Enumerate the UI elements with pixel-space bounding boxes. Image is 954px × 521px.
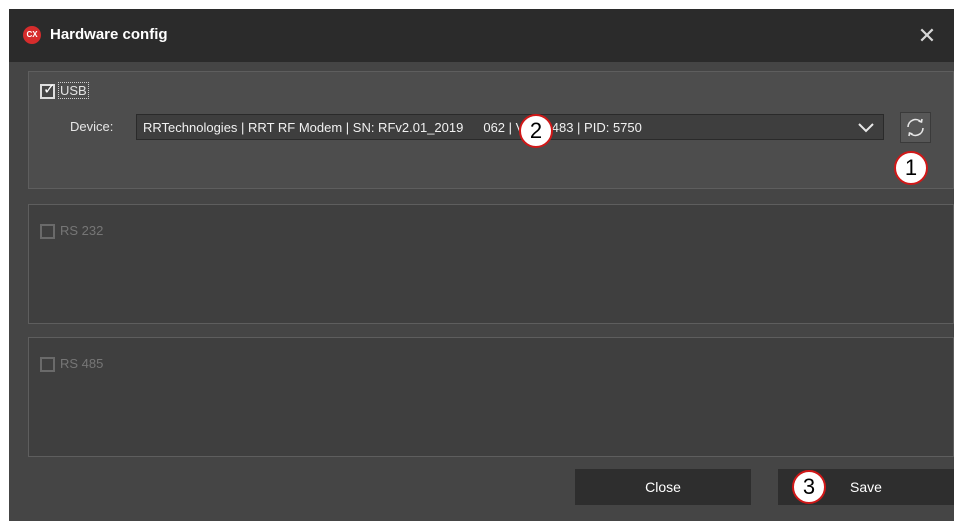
rs232-label: RS 232 [60, 223, 104, 238]
usb-label[interactable]: USB [58, 82, 89, 99]
refresh-button[interactable] [900, 112, 931, 143]
hardware-config-dialog: CX Hardware config ✕ ✓ USB Device: RRTec… [9, 9, 954, 521]
rs485-group: RS 485 [28, 337, 954, 457]
checkmark-icon: ✓ [43, 81, 56, 98]
rs232-group: RS 232 [28, 204, 954, 324]
dialog-title: Hardware config [50, 26, 168, 43]
callout-1: 1 [894, 151, 928, 185]
callout-3: 3 [792, 470, 826, 504]
refresh-icon [907, 118, 924, 137]
device-dropdown[interactable]: RRTechnologies | RRT RF Modem | SN: RFv2… [136, 114, 884, 140]
rs232-checkbox[interactable] [40, 224, 55, 239]
usb-group: ✓ USB Device: RRTechnologies | RRT RF Mo… [28, 71, 954, 189]
usb-checkbox[interactable]: ✓ [40, 81, 56, 99]
app-logo-icon: CX [23, 26, 41, 44]
callout-2: 2 [519, 114, 553, 148]
rs485-checkbox[interactable] [40, 357, 55, 372]
device-label: Device: [70, 119, 114, 134]
chevron-down-icon[interactable] [854, 115, 878, 139]
rs485-label: RS 485 [60, 356, 104, 371]
close-window-icon[interactable]: ✕ [913, 22, 941, 50]
title-bar: CX Hardware config ✕ [9, 9, 954, 62]
device-selected-value: RRTechnologies | RRT RF Modem | SN: RFv2… [143, 120, 642, 135]
close-button[interactable]: Close [575, 469, 751, 505]
